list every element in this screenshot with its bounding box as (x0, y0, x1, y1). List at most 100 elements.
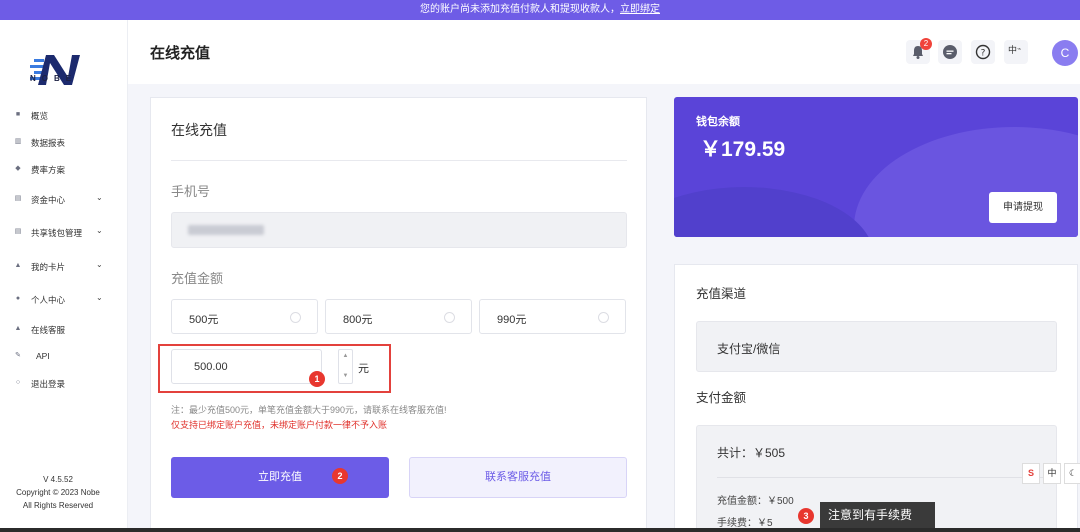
sidebar-item-label: 资金中心 (31, 195, 66, 205)
service-fee: 手续费：￥5 (717, 518, 773, 529)
contact-service-button[interactable]: 联系客服充值 (409, 457, 627, 498)
input-method-button[interactable]: 中 (1043, 463, 1061, 484)
rate-icon: ◆ (15, 165, 21, 172)
chevron-down-icon: ⌄ (96, 226, 103, 235)
sidebar-item-funds[interactable]: ▤ 资金中心 ⌄ (0, 190, 128, 210)
home-icon: ■ (15, 111, 21, 118)
recharge-amount: 充值金额：￥500 (717, 496, 794, 507)
sidebar-item-label: 费率方案 (31, 165, 66, 175)
sidebar-item-label: 共享钱包管理 (31, 228, 83, 238)
logo-text: NOBE (30, 74, 78, 83)
version-info: V 4.5.52 Copyright © 2023 Nobe All Right… (0, 473, 116, 512)
sidebar-item-shared-wallet[interactable]: ▤ 共享钱包管理 ⌄ (0, 223, 128, 243)
top-header: 在线充值 2 ? 中 ⌁ C (128, 20, 1080, 84)
channel-title: 充值渠道 (696, 287, 747, 301)
divider (717, 477, 1047, 478)
sidebar-item-cards[interactable]: ▲ 我的卡片 ⌄ (0, 257, 128, 277)
amount-title: 支付金额 (696, 391, 747, 405)
help-button[interactable]: ? (971, 40, 995, 64)
sidebar-item-overview[interactable]: ■ 概览 (0, 106, 128, 126)
button-label: 立即充值 (258, 471, 302, 483)
sidebar: NOBE ■ 概览 ▥ 数据报表 ◆ 费率方案 ▤ 资金中心 ⌄ ▤ 共享钱包管… (0, 20, 128, 532)
avatar[interactable]: C (1052, 40, 1078, 66)
divider (171, 160, 627, 161)
amount-label: 充值金额 (171, 271, 224, 286)
amount-option-800[interactable]: 800元 (325, 299, 472, 334)
sidebar-item-label: 个人中心 (31, 295, 66, 305)
fee-tooltip: 注意到有手续费 (820, 502, 935, 528)
payment-total: 共计：￥505 (717, 446, 786, 460)
step-marker-3: 3 (798, 508, 814, 524)
wallet-label: 钱包余额 (696, 116, 740, 128)
recharge-now-button[interactable]: 立即充值 (171, 457, 389, 498)
option-label: 500元 (189, 314, 219, 326)
amount-input[interactable]: 500.00 (171, 349, 322, 384)
sidebar-item-api[interactable]: ✎ API (0, 347, 128, 367)
wallet-balance-card: 钱包余额 ￥179.59 申请提现 (674, 97, 1078, 237)
banner-text: 您的账户尚未添加充值付款人和提现收款人， (420, 4, 620, 15)
phone-field[interactable] (171, 212, 627, 248)
radio-button[interactable] (444, 312, 455, 323)
message-button[interactable] (938, 40, 962, 64)
sidebar-item-rates[interactable]: ◆ 费率方案 (0, 160, 128, 180)
radio-button[interactable] (290, 312, 301, 323)
moon-icon[interactable]: ☾ (1064, 463, 1080, 484)
language-button[interactable]: 中 ⌁ (1004, 40, 1028, 64)
message-icon (943, 45, 957, 59)
bottom-bar (0, 528, 1080, 532)
sidebar-item-service[interactable]: ▲ 在线客服 (0, 320, 128, 340)
language-label: 中 (1008, 45, 1018, 55)
wallet-amount: ￥179.59 (700, 138, 786, 161)
chevron-down-icon[interactable]: ▼ (339, 373, 352, 379)
sidebar-item-label: 在线客服 (31, 325, 66, 335)
notification-badge: 2 (920, 38, 932, 50)
copyright: Copyright © 2023 Nobe (16, 488, 100, 497)
nobe-logo (30, 55, 80, 85)
logout-icon: ○ (15, 379, 21, 386)
sidebar-item-label: 退出登录 (31, 379, 66, 389)
amount-option-990[interactable]: 990元 (479, 299, 626, 334)
sidebar-item-profile[interactable]: ● 个人中心 ⌄ (0, 290, 128, 310)
service-icon: ▲ (14, 325, 22, 332)
amount-value: 500.00 (194, 361, 228, 373)
payment-card: 充值渠道 支付宝/微信 支付金额 共计：￥505 充值金额：￥500 手续费：￥… (674, 264, 1078, 532)
amount-unit: 元 (358, 363, 369, 375)
chevron-down-icon: ⌄ (96, 293, 103, 302)
phone-label: 手机号 (171, 184, 211, 199)
recharge-card: 在线充值 手机号 充值金额 500元 800元 990元 500.00 ▲ ▼ … (150, 97, 647, 532)
translate-icon: ⌁ (1017, 46, 1022, 53)
svg-text:?: ? (981, 49, 986, 59)
withdraw-button[interactable]: 申请提现 (989, 192, 1057, 223)
rights: All Rights Reserved (22, 501, 94, 510)
option-label: 990元 (497, 314, 527, 326)
button-label: 联系客服充值 (485, 471, 551, 483)
decorative-shape (674, 187, 874, 237)
step-marker-1: 1 (309, 371, 325, 387)
payment-channel-option[interactable]: 支付宝/微信 (696, 321, 1057, 372)
version-number: V 4.5.52 (43, 475, 73, 484)
recharge-card-title: 在线充值 (171, 122, 227, 138)
user-icon: ● (15, 295, 21, 302)
sidebar-item-label: 我的卡片 (31, 262, 66, 272)
wallet-icon: ▤ (14, 228, 22, 235)
fund-icon: ▤ (14, 195, 22, 202)
s-logo-icon[interactable]: S (1022, 463, 1040, 484)
step-marker-2: 2 (332, 468, 348, 484)
bind-now-link[interactable]: 立即绑定 (620, 4, 660, 15)
card-icon: ▲ (14, 262, 22, 269)
amount-option-500[interactable]: 500元 (171, 299, 318, 334)
amount-stepper[interactable]: ▲ ▼ (338, 349, 353, 384)
sidebar-item-reports[interactable]: ▥ 数据报表 (0, 133, 128, 153)
chevron-down-icon: ⌄ (96, 260, 103, 269)
chart-icon: ▥ (14, 138, 22, 145)
masked-phone-number (188, 225, 264, 235)
sidebar-item-label: API (36, 351, 50, 361)
option-label: 800元 (343, 314, 373, 326)
sidebar-item-label: 概览 (31, 111, 49, 121)
chevron-up-icon[interactable]: ▲ (339, 353, 352, 359)
api-icon: ✎ (15, 352, 21, 359)
radio-button[interactable] (598, 312, 609, 323)
sidebar-item-logout[interactable]: ○ 退出登录 (0, 374, 128, 394)
channel-label: 支付宝/微信 (717, 342, 781, 356)
recharge-note: 注：最少充值500元，单笔充值金额大于990元，请联系在线客服充值! (171, 405, 447, 415)
